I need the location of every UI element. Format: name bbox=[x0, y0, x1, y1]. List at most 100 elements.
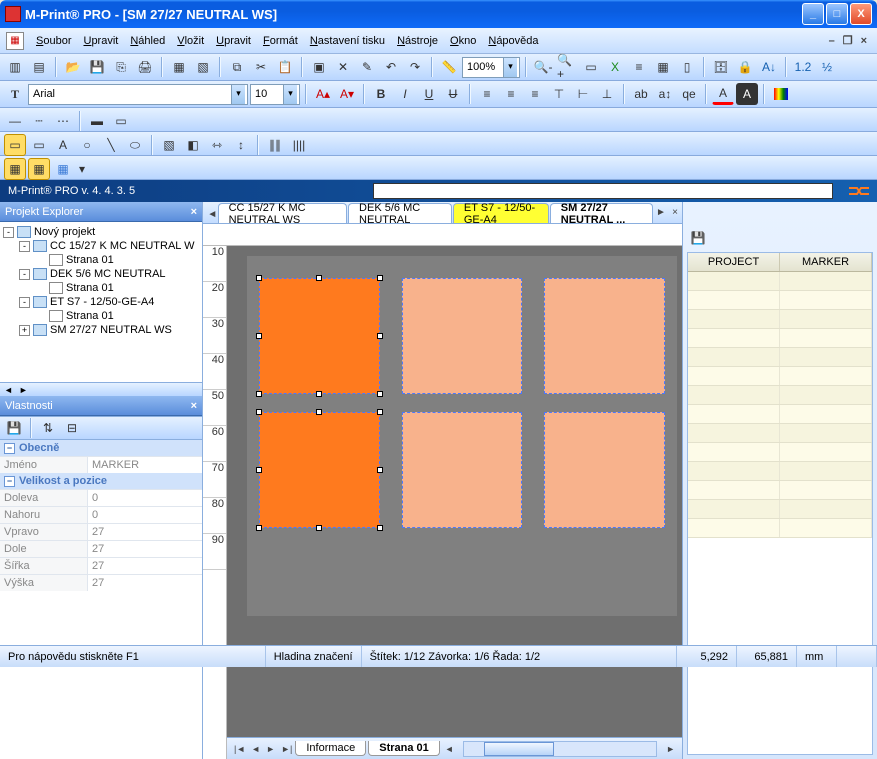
distribute-h-icon[interactable]: ⇿ bbox=[206, 134, 228, 156]
prop-value[interactable]: 27 bbox=[88, 524, 202, 540]
doc-tab[interactable]: CC 15/27 K MC NEUTRAL WS bbox=[218, 203, 347, 223]
marker[interactable] bbox=[544, 412, 665, 528]
tree-node[interactable]: +SM 27/27 NEUTRAL WS bbox=[3, 323, 199, 337]
prop-name-value[interactable]: MARKER bbox=[88, 457, 202, 473]
grid-header-marker[interactable]: MARKER bbox=[780, 253, 872, 271]
data-save-icon[interactable]: 💾 bbox=[687, 227, 709, 249]
fontsize-combo[interactable]: 10▾ bbox=[250, 84, 300, 105]
marker-selected[interactable] bbox=[259, 278, 380, 394]
cut-icon[interactable]: ✂ bbox=[250, 56, 272, 78]
page-next-icon[interactable]: ► bbox=[263, 744, 278, 754]
hscroll-right-icon[interactable]: ► bbox=[663, 744, 678, 754]
zoom-out-icon[interactable]: 🔍- bbox=[532, 56, 554, 78]
table3-icon[interactable]: ▦ bbox=[52, 158, 74, 180]
align-left-icon[interactable]: ≡ bbox=[476, 83, 498, 105]
palette-icon[interactable] bbox=[770, 83, 792, 105]
horizontal-scrollbar[interactable] bbox=[463, 741, 657, 757]
ellipse-icon[interactable]: ⬭ bbox=[124, 134, 146, 156]
edit-icon[interactable]: ✎ bbox=[356, 56, 378, 78]
tree-nav-left-icon[interactable]: ◄ bbox=[4, 385, 13, 395]
menu-okno[interactable]: Okno bbox=[444, 32, 482, 50]
props-section-size[interactable]: −Velikost a pozice bbox=[0, 473, 202, 489]
prop-value[interactable]: 27 bbox=[88, 558, 202, 574]
data-grid[interactable]: PROJECT MARKER bbox=[687, 252, 873, 755]
marker[interactable] bbox=[402, 412, 523, 528]
align-middle-icon[interactable]: ⊢ bbox=[572, 83, 594, 105]
line-dash-icon[interactable]: ┄ bbox=[28, 110, 50, 132]
bold-icon[interactable]: B bbox=[370, 83, 392, 105]
align-bottom-icon[interactable]: ⊥ bbox=[596, 83, 618, 105]
table2-icon[interactable]: ▦ bbox=[28, 158, 50, 180]
tabs-left-icon[interactable]: ◄ bbox=[207, 209, 218, 223]
barcode2-icon[interactable]: |||| bbox=[288, 134, 310, 156]
close-button[interactable]: X bbox=[850, 3, 872, 25]
project-tree[interactable]: -Nový projekt-CC 15/27 K MC NEUTRAL WStr… bbox=[0, 222, 202, 382]
align-top-icon[interactable]: ⊤ bbox=[548, 83, 570, 105]
save-all-icon[interactable]: ⎘ bbox=[110, 56, 132, 78]
undo-icon[interactable]: ↶ bbox=[380, 56, 402, 78]
table-dd-icon[interactable]: ▾ bbox=[76, 158, 88, 180]
properties-close-icon[interactable]: × bbox=[191, 400, 197, 412]
tabs-close-icon[interactable]: × bbox=[668, 207, 682, 221]
table1-icon[interactable]: ▦ bbox=[4, 158, 26, 180]
props-section-general[interactable]: −Obecně bbox=[0, 440, 202, 456]
search-input[interactable] bbox=[373, 183, 833, 199]
grid-header-project[interactable]: PROJECT bbox=[688, 253, 780, 271]
print-icon[interactable]: 🖨 bbox=[134, 56, 156, 78]
tree-node[interactable]: -ET S7 - 12/50-GE-A4 bbox=[3, 295, 199, 309]
prop-value[interactable]: 27 bbox=[88, 575, 202, 591]
menu-vložit[interactable]: Vložit bbox=[171, 32, 210, 50]
tree-node[interactable]: Strana 01 bbox=[3, 309, 199, 323]
menu-náhled[interactable]: Náhled bbox=[124, 32, 171, 50]
grid-icon[interactable]: ▦ bbox=[652, 56, 674, 78]
menu-nástroje[interactable]: Nástroje bbox=[391, 32, 444, 50]
select-icon[interactable]: ▭ bbox=[4, 134, 26, 156]
menu-nastavení tisku[interactable]: Nastavení tisku bbox=[304, 32, 391, 50]
prop-value[interactable]: 0 bbox=[88, 507, 202, 523]
measure-icon[interactable]: 📏 bbox=[438, 56, 460, 78]
export-icon[interactable]: ▧ bbox=[192, 56, 214, 78]
sort-icon[interactable]: A↓ bbox=[758, 56, 780, 78]
menu-upravit[interactable]: Upravit bbox=[210, 32, 257, 50]
maximize-button[interactable]: □ bbox=[826, 3, 848, 25]
strike-icon[interactable]: U bbox=[442, 83, 464, 105]
align-center-icon[interactable]: ≡ bbox=[500, 83, 522, 105]
mdi-minimize[interactable]: – bbox=[825, 33, 839, 49]
preview-icon[interactable]: ▦ bbox=[168, 56, 190, 78]
new-doc-icon[interactable]: ▤ bbox=[28, 56, 50, 78]
layout-icon[interactable]: ▯ bbox=[676, 56, 698, 78]
props-sort-icon[interactable]: ⇅ bbox=[37, 417, 59, 439]
delete-icon[interactable]: ✕ bbox=[332, 56, 354, 78]
db-icon[interactable]: 🗄 bbox=[710, 56, 732, 78]
open-icon[interactable]: 📂 bbox=[62, 56, 84, 78]
no-fill-icon[interactable]: ▭ bbox=[110, 110, 132, 132]
mdi-restore[interactable]: ❐ bbox=[839, 32, 857, 49]
paste-icon[interactable]: 📋 bbox=[274, 56, 296, 78]
copy-icon[interactable]: ⧉ bbox=[226, 56, 248, 78]
fill-icon[interactable]: ▬ bbox=[86, 110, 108, 132]
image-icon[interactable]: ▧ bbox=[158, 134, 180, 156]
menu-formát[interactable]: Formát bbox=[257, 32, 304, 50]
explorer-close-icon[interactable]: × bbox=[191, 206, 197, 218]
props-save-icon[interactable]: 💾 bbox=[3, 417, 25, 439]
tab-strana[interactable]: Strana 01 bbox=[368, 741, 440, 756]
page-first-icon[interactable]: |◄ bbox=[231, 744, 248, 754]
marker[interactable] bbox=[544, 278, 665, 394]
prop-value[interactable]: 27 bbox=[88, 541, 202, 557]
italic-icon[interactable]: I bbox=[394, 83, 416, 105]
page-last-icon[interactable]: ►| bbox=[278, 744, 295, 754]
tree-node[interactable]: Strana 01 bbox=[3, 253, 199, 267]
fit-page-icon[interactable]: ▭ bbox=[580, 56, 602, 78]
tree-node[interactable]: -Nový projekt bbox=[3, 225, 199, 239]
marker[interactable] bbox=[402, 278, 523, 394]
list-icon[interactable]: ≡ bbox=[628, 56, 650, 78]
menu-upravit[interactable]: Upravit bbox=[77, 32, 124, 50]
line-style-icon[interactable]: — bbox=[4, 110, 26, 132]
line-dot-icon[interactable]: ⋯ bbox=[52, 110, 74, 132]
lock-icon[interactable]: 🔒 bbox=[734, 56, 756, 78]
invert-icon[interactable]: A bbox=[736, 83, 758, 105]
font-grow-icon[interactable]: A▴ bbox=[312, 83, 334, 105]
doc-tab[interactable]: ET S7 - 12/50-GE-A4 bbox=[453, 203, 549, 223]
new-project-icon[interactable]: ▥ bbox=[4, 56, 26, 78]
save-icon[interactable]: 💾 bbox=[86, 56, 108, 78]
